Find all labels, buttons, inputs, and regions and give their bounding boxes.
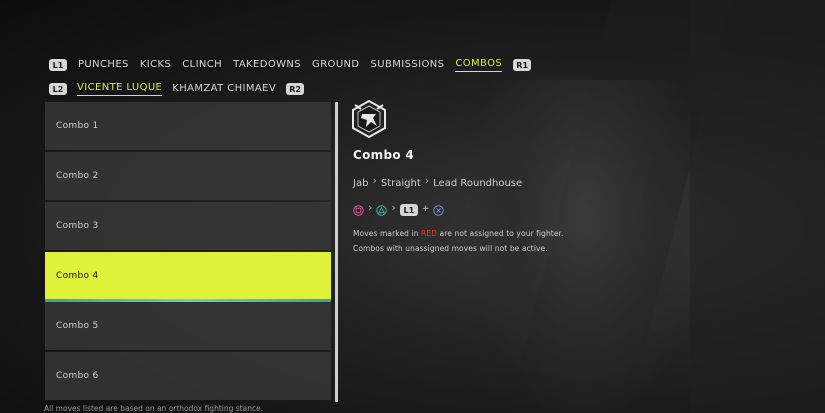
tab-punches[interactable]: PUNCHES <box>78 59 129 72</box>
cross-button-icon <box>433 204 445 216</box>
l1-button-icon[interactable]: L1 <box>49 59 67 71</box>
tab-kicks[interactable]: KICKS <box>140 59 171 72</box>
l1-button-icon: L1 <box>399 204 418 216</box>
move-name: Lead Roundhouse <box>433 178 523 189</box>
combo-emblem-icon <box>352 99 386 139</box>
note-text: Moves marked in <box>353 229 422 238</box>
combo-list-item[interactable]: Combo 6 <box>45 352 331 400</box>
note-text: are not assigned to your fighter. <box>437 229 564 238</box>
combo-sequence: Jab › Straight › Lead Roundhouse <box>353 174 523 189</box>
chevron-right-icon: › <box>391 200 396 214</box>
combo-list: Combo 1 Combo 2 Combo 3 Combo 4 Combo 5 … <box>45 102 331 402</box>
combo-list-item[interactable]: Combo 3 <box>45 202 331 250</box>
inactive-combos-note: Combos with unassigned moves will not be… <box>353 244 548 253</box>
r2-button-icon[interactable]: R2 <box>286 83 305 95</box>
fighter-tabs: L2 VICENTE LUQUE KHAMZAT CHIMAEV R2 <box>49 82 305 96</box>
list-scrollbar[interactable] <box>335 102 338 402</box>
chevron-right-icon: › <box>424 174 430 187</box>
l2-button-icon[interactable]: L2 <box>49 83 67 95</box>
category-tabs: L1 PUNCHES KICKS CLINCH TAKEDOWNS GROUND… <box>49 58 532 72</box>
chevron-right-icon: › <box>368 200 373 214</box>
combo-inputs: › › L1 + <box>353 200 445 216</box>
move-name: Jab <box>353 178 369 189</box>
triangle-button-icon <box>376 204 388 216</box>
chevron-right-icon: › <box>372 174 377 187</box>
tab-fighter-2[interactable]: KHAMZAT CHIMAEV <box>172 83 276 96</box>
combo-list-item-selected[interactable]: Combo 4 <box>45 252 331 302</box>
tab-fighter-1[interactable]: VICENTE LUQUE <box>77 82 163 96</box>
square-button-icon <box>353 204 364 216</box>
r1-button-icon[interactable]: R1 <box>513 59 532 71</box>
tab-ground[interactable]: GROUND <box>312 59 359 72</box>
red-highlight: RED <box>421 229 438 238</box>
stance-footnote: All moves listed are based on an orthodo… <box>44 404 264 413</box>
combo-list-item[interactable]: Combo 1 <box>45 102 331 150</box>
tab-clinch[interactable]: CLINCH <box>182 59 222 72</box>
tab-combos[interactable]: COMBOS <box>455 58 503 72</box>
move-name: Straight <box>380 178 421 189</box>
plus-sign: + <box>421 203 430 214</box>
combo-list-item[interactable]: Combo 5 <box>45 302 331 350</box>
combo-list-item[interactable]: Combo 2 <box>45 152 331 200</box>
background-panel <box>690 0 825 413</box>
unassigned-moves-note: Moves marked in RED are not assigned to … <box>353 229 564 238</box>
tab-takedowns[interactable]: TAKEDOWNS <box>233 59 301 72</box>
tab-submissions[interactable]: SUBMISSIONS <box>371 59 445 72</box>
combo-title: Combo 4 <box>353 148 415 162</box>
